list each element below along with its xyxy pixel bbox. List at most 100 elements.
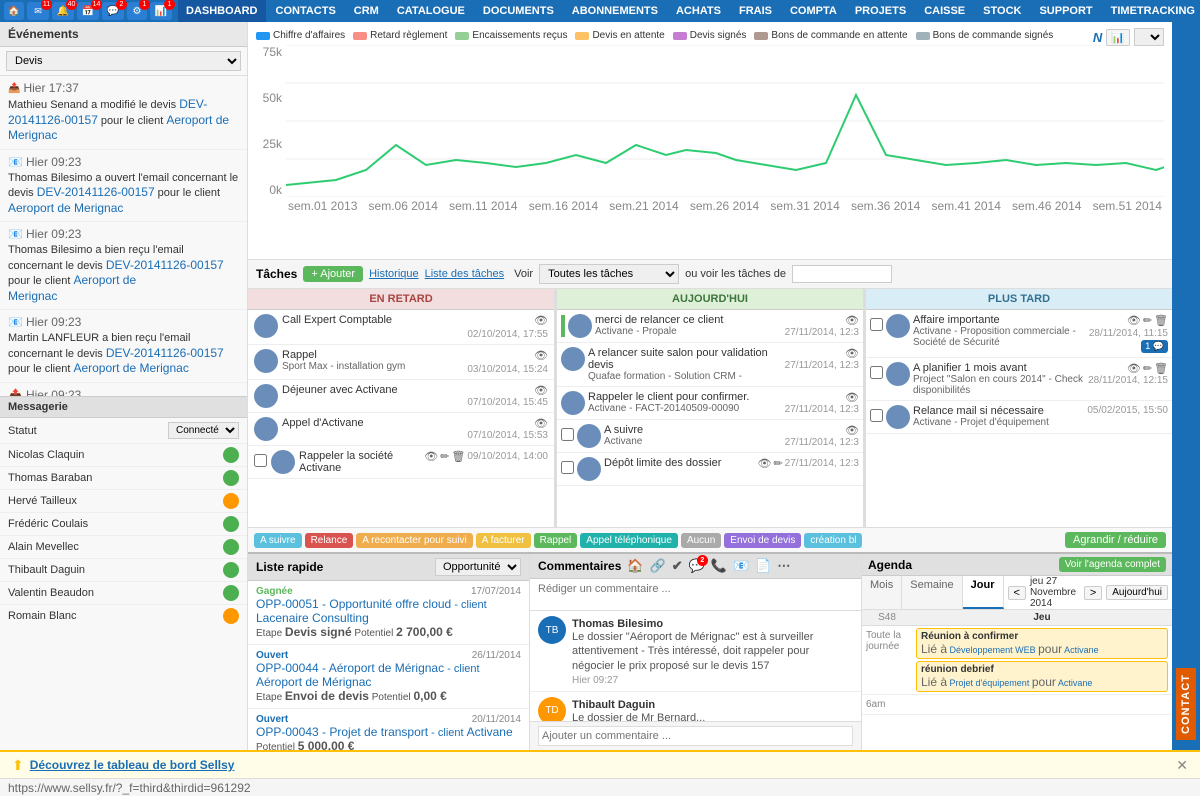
eye-icon-a0[interactable]: 👁: [845, 314, 859, 327]
delete-icon-r4[interactable]: 🗑: [451, 450, 465, 463]
agenda-event-0-link1[interactable]: Développement WEB: [950, 645, 1036, 655]
task-retard-4[interactable]: Rappeler la société Activane 👁 ✏ 🗑 09/10…: [248, 446, 554, 479]
task-aujourd-0[interactable]: merci de relancer ce client Activane - P…: [557, 310, 863, 343]
comment-badge-p0[interactable]: 1 💬: [1141, 340, 1168, 353]
task-plus-1[interactable]: A planifier 1 mois avant Project "Salon …: [866, 358, 1172, 401]
nav-item-achats[interactable]: ACHATS: [668, 0, 729, 22]
agenda-tab-jour[interactable]: Jour: [963, 576, 1004, 609]
comm-icon-mail[interactable]: 📧: [733, 558, 749, 574]
nav-icon-bell[interactable]: 🔔 40: [52, 2, 74, 20]
nav-item-frais[interactable]: FRAIS: [731, 0, 780, 22]
comm-icon-link[interactable]: 🔗: [650, 558, 666, 574]
event-link-dev1[interactable]: DEV-20141126-00157: [37, 185, 155, 199]
contact-item-6[interactable]: Valentin Beaudon: [0, 582, 247, 605]
task-checkbox-p0[interactable]: [870, 318, 883, 331]
nav-icon-home[interactable]: 🏠: [4, 2, 24, 20]
chart-period-select[interactable]: Semaine: [1134, 28, 1164, 46]
eye-icon-p1[interactable]: 👁: [1127, 362, 1141, 375]
legend-item-encaiss[interactable]: Encaissements reçus: [455, 30, 567, 41]
nav-item-contacts[interactable]: CONTACTS: [268, 0, 344, 22]
legend-item-bons-att[interactable]: Bons de commande en attente: [754, 30, 907, 41]
contact-item-0[interactable]: Nicolas Claquin: [0, 444, 247, 467]
tag-recontacter[interactable]: A recontacter pour suivi: [356, 533, 473, 548]
comm-icon-doc[interactable]: 📄: [755, 558, 771, 574]
panel-liste-filter[interactable]: Opportunité: [435, 558, 521, 576]
task-aujourd-1[interactable]: A relancer suite salon pour validation d…: [557, 343, 863, 387]
task-retard-1[interactable]: Rappel Sport Max - installation gym 👁 03…: [248, 345, 554, 380]
contact-item-3[interactable]: Frédéric Coulais: [0, 513, 247, 536]
nav-item-timetracking[interactable]: TIMETRACKING: [1103, 0, 1200, 22]
task-checkbox-r4[interactable]: [254, 454, 267, 467]
nav-icon-chat[interactable]: 💬 2: [102, 2, 124, 20]
task-checkbox-a3[interactable]: [561, 428, 574, 441]
task-checkbox-a4[interactable]: [561, 461, 574, 474]
nav-item-stock[interactable]: STOCK: [975, 0, 1029, 22]
comm-rediger-input[interactable]: [530, 579, 861, 611]
agenda-tab-semaine[interactable]: Semaine: [902, 576, 962, 609]
add-comment-input[interactable]: [538, 726, 853, 746]
eye-icon-r3[interactable]: 👁: [534, 417, 548, 430]
nav-item-dashboard[interactable]: DASHBOARD: [178, 0, 266, 22]
list-item-1-ref[interactable]: OPP-00044 - Aéroport de Mérignac - clien…: [256, 661, 521, 689]
chart-bar-btn[interactable]: 📊: [1106, 29, 1130, 46]
agenda-tab-mois[interactable]: Mois: [862, 576, 902, 609]
eye-icon-r2[interactable]: 👁: [534, 384, 548, 397]
eye-icon-a4[interactable]: 👁: [757, 457, 771, 470]
task-aujourd-3[interactable]: A suivre Activane 👁 27/11/2014, 12:3: [557, 420, 863, 453]
btn-add-task[interactable]: + Ajouter: [303, 266, 363, 282]
event-item-2[interactable]: 📧 Hier 09:23 Thomas Bilesimo a bien reçu…: [0, 222, 247, 310]
nav-icon-cal[interactable]: 📅 14: [77, 2, 99, 20]
event-link-client1[interactable]: Aeroport de Merignac: [8, 201, 123, 215]
event-link-client2[interactable]: Aeroport deMerignac: [8, 273, 136, 303]
voir-select[interactable]: Toutes les tâches: [539, 264, 679, 284]
btn-historique[interactable]: Historique: [369, 268, 419, 280]
list-item-0[interactable]: Gagnée 17/07/2014 OPP-00051 - Opportunit…: [248, 581, 529, 645]
agenda-event-0[interactable]: Réunion à confirmer Lié à Développement …: [916, 628, 1168, 659]
edit-icon-r4[interactable]: ✏: [440, 450, 449, 463]
nav-item-abonnements[interactable]: ABONNEMENTS: [564, 0, 666, 22]
eye-icon-r4[interactable]: 👁: [424, 450, 438, 463]
edit-icon-p0[interactable]: ✏: [1143, 314, 1152, 327]
task-aujourd-2[interactable]: Rappeler le client pour confirmer. Activ…: [557, 387, 863, 420]
delete-icon-p1[interactable]: 🗑: [1154, 362, 1168, 375]
task-retard-0[interactable]: Call Expert Comptable 👁 02/10/2014, 17:5…: [248, 310, 554, 345]
nav-icon-mail[interactable]: ✉ 11: [27, 2, 49, 20]
eye-icon-a3[interactable]: 👁: [845, 424, 859, 437]
comm-icon-phone[interactable]: 📞: [711, 558, 727, 574]
tag-rappel[interactable]: Rappel: [534, 533, 578, 548]
contact-item-4[interactable]: Alain Mevellec: [0, 536, 247, 559]
list-item-0-ref[interactable]: OPP-00051 - Opportunité offre cloud - cl…: [256, 597, 521, 625]
sidebar-filter-select[interactable]: Devis: [6, 51, 241, 71]
tag-aucun[interactable]: Aucun: [681, 533, 721, 548]
legend-item-retard[interactable]: Retard règlement: [353, 30, 447, 41]
nav-item-support[interactable]: SUPPORT: [1031, 0, 1100, 22]
btn-aujourd-hui[interactable]: Aujourd'hui: [1106, 585, 1168, 600]
event-link-dev2[interactable]: DEV-20141126-00157: [106, 258, 224, 272]
delete-icon-p0[interactable]: 🗑: [1154, 314, 1168, 327]
comm-icon-more[interactable]: ⋯: [777, 558, 790, 574]
agenda-event-1-link1[interactable]: Projet d'équipement: [950, 678, 1030, 688]
agenda-event-0-link2[interactable]: Activane: [1064, 645, 1099, 655]
legend-item-devis-att[interactable]: Devis en attente: [575, 30, 664, 41]
eye-icon-r0[interactable]: 👁: [534, 314, 548, 327]
tag-appel[interactable]: Appel téléphonique: [580, 533, 678, 548]
event-item-3[interactable]: 📧 Hier 09:23 Martin LANFLEUR a bien reçu…: [0, 310, 247, 382]
eye-icon-a2[interactable]: 👁: [845, 391, 859, 404]
event-item-1[interactable]: 📧 Hier 09:23 Thomas Bilesimo a ouvert l'…: [0, 150, 247, 222]
discovery-link[interactable]: Découvrez le tableau de bord Sellsy: [30, 758, 235, 772]
edit-icon-p1[interactable]: ✏: [1143, 362, 1152, 375]
agenda-nav-prev[interactable]: <: [1008, 586, 1026, 600]
legend-item-ca[interactable]: Chiffre d'affaires: [256, 30, 345, 41]
agenda-nav-next[interactable]: >: [1084, 586, 1102, 600]
nav-item-compta[interactable]: COMPTA: [782, 0, 845, 22]
comm-icon-check[interactable]: ✔: [672, 558, 683, 574]
nav-item-documents[interactable]: DOCUMENTS: [475, 0, 562, 22]
tag-relance[interactable]: Relance: [305, 533, 354, 548]
nav-item-catalogue[interactable]: CATALOGUE: [389, 0, 473, 22]
agenda-event-1-link2[interactable]: Activane: [1058, 678, 1093, 688]
btn-agrandir[interactable]: Agrandir / réduire: [1065, 532, 1166, 548]
btn-voir-agenda[interactable]: Voir l'agenda complet: [1059, 557, 1166, 572]
list-item-2-ref[interactable]: OPP-00043 - Projet de transport - client…: [256, 725, 521, 739]
event-link-client3[interactable]: Aeroport de Merignac: [73, 361, 188, 375]
tag-creation-bl[interactable]: création bl: [804, 533, 862, 548]
